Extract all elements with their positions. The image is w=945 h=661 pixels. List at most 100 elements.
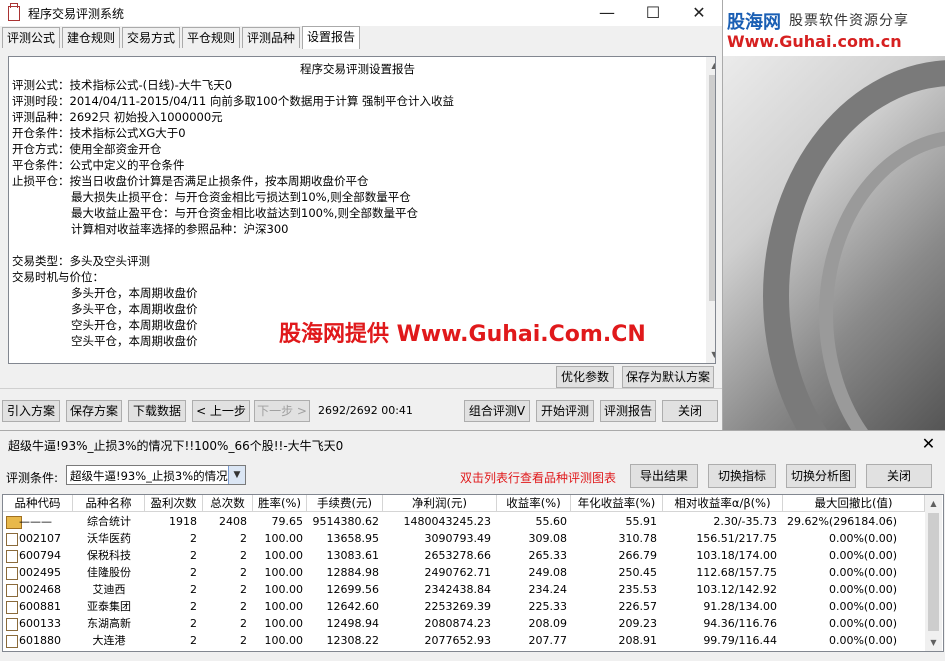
table-row[interactable]: 600133 东湖高新 2 2 100.00 12498.94 2080874.23 208.… — [3, 615, 925, 632]
table-cell: 12308.22 — [326, 634, 380, 647]
save-default-button[interactable]: 保存为默认方案 — [622, 366, 714, 388]
table-row[interactable]: 600794 保税科技 2 2 100.00 13083.61 2653278.66 265.… — [3, 547, 925, 564]
table-cell: 综合统计 — [87, 515, 131, 528]
table-cell: 2080874.23 — [424, 617, 491, 630]
chevron-down-icon[interactable]: ▼ — [228, 466, 245, 484]
switch-indicator-button[interactable]: 切换指标 — [708, 464, 776, 488]
table-cell: 2 — [190, 549, 197, 562]
document-icon — [6, 618, 18, 631]
table-cell: 600133 — [19, 617, 61, 630]
document-icon — [6, 601, 18, 614]
table-cell: 佳隆股份 — [87, 566, 131, 579]
column-header[interactable]: 最大回撤比(值) — [783, 495, 925, 512]
export-results-button[interactable]: 导出结果 — [630, 464, 698, 488]
site-logo: 股海网 股票软件资源分享 Www.Guhai.com.cn — [723, 0, 945, 56]
table-row[interactable]: 002495 佳隆股份 2 2 100.00 12884.98 2490762.71 249.… — [3, 564, 925, 581]
column-header[interactable]: 相对收益率α/β(%) — [663, 495, 783, 512]
table-scroll-thumb[interactable] — [928, 513, 939, 631]
table-cell: 2 — [190, 600, 197, 613]
table-cell: ——— — [19, 515, 52, 528]
column-header[interactable]: 净利润(元) — [383, 495, 497, 512]
tab-formula[interactable]: 评测公式 — [2, 27, 61, 48]
column-header[interactable]: 手续费(元) — [307, 495, 383, 512]
tab-report[interactable]: 设置报告 — [302, 26, 361, 49]
table-row[interactable]: 601880 大连港 2 2 100.00 12308.22 2077652.93 207.7… — [3, 632, 925, 649]
document-icon — [6, 550, 18, 563]
column-header[interactable]: 盈利次数 — [145, 495, 203, 512]
start-eval-button[interactable]: 开始评测 — [536, 400, 594, 422]
table-cell: 600794 — [19, 549, 61, 562]
results-title: 超级牛逼!93%_止损3%的情况下!!100%_66个股!!-大牛飞天0 — [8, 439, 344, 453]
table-cell: 2 — [240, 600, 247, 613]
table-row[interactable]: ——— 综合统计 1918 2408 79.65 9514380.62 1480043245… — [3, 513, 925, 530]
scroll-down-icon[interactable]: ▼ — [925, 634, 942, 651]
report-line: 交易类型：多头及空头评测 — [12, 254, 150, 268]
report-scroll-thumb[interactable] — [709, 75, 715, 301]
table-cell: 2 — [240, 549, 247, 562]
table-cell: 艾迪西 — [92, 583, 126, 596]
maximize-button[interactable]: ☐ — [630, 0, 676, 26]
table-cell: 2253269.39 — [424, 600, 491, 613]
results-close-icon[interactable]: ✕ — [912, 431, 945, 457]
results-table[interactable]: 品种代码 品种名称 盈利次数 总次数 胜率(%) 手续费(元) 净利润(元) 收… — [2, 494, 944, 652]
report-line: 开仓方式：使用全部资金开仓 — [12, 142, 162, 156]
title-bar: 程序交易评测系统 — ☐ ✕ — [0, 0, 722, 26]
table-cell: 2490762.71 — [424, 566, 491, 579]
prev-step-button[interactable]: < 上一步 — [192, 400, 250, 422]
table-cell: 310.78 — [618, 532, 658, 545]
column-header[interactable]: 收益率(%) — [497, 495, 571, 512]
document-icon — [6, 567, 18, 580]
table-cell: 13658.95 — [326, 532, 380, 545]
optimize-params-button[interactable]: 优化参数 — [556, 366, 614, 388]
close-button[interactable]: ✕ — [676, 0, 722, 26]
condition-label: 评测条件: — [6, 471, 59, 485]
table-cell: 保税科技 — [87, 549, 131, 562]
column-header[interactable]: 品种名称 — [73, 495, 145, 512]
table-cell: 9514380.62 — [312, 515, 379, 528]
document-icon — [6, 635, 18, 648]
results-close-button[interactable]: 关闭 — [866, 464, 932, 488]
table-cell: 226.57 — [618, 600, 658, 613]
progress-status: 2692/2692 00:41 — [318, 404, 413, 417]
report-line: 空头开仓，本周期收盘价 — [71, 318, 198, 332]
table-row[interactable]: 002468 艾迪西 2 2 100.00 12699.56 2342438.84 234.2… — [3, 581, 925, 598]
table-cell: 100.00 — [264, 549, 304, 562]
table-cell: 225.33 — [528, 600, 568, 613]
column-header[interactable]: 胜率(%) — [253, 495, 307, 512]
tab-close-rules[interactable]: 平仓规则 — [182, 27, 241, 48]
import-plan-button[interactable]: 引入方案 — [2, 400, 60, 422]
close-window-button[interactable]: 关闭 — [662, 400, 718, 422]
tab-open-rules[interactable]: 建仓规则 — [62, 27, 121, 48]
combo-eval-button[interactable]: 组合评测V — [464, 400, 530, 422]
report-line: 多头开仓，本周期收盘价 — [71, 286, 198, 300]
table-cell: 2077652.93 — [424, 634, 491, 647]
scroll-up-icon[interactable]: ▲ — [925, 495, 942, 512]
app-icon — [8, 3, 20, 21]
table-row[interactable]: 600881 亚泰集团 2 2 100.00 12642.60 2253269.39 225.… — [3, 598, 925, 615]
download-data-button[interactable]: 下载数据 — [128, 400, 186, 422]
switch-chart-button[interactable]: 切换分析图 — [786, 464, 856, 488]
table-cell: 0.00%(0.00) — [828, 600, 897, 613]
next-step-button[interactable]: 下一步 > — [254, 400, 310, 422]
column-header[interactable]: 总次数 — [203, 495, 253, 512]
tab-trade-mode[interactable]: 交易方式 — [122, 27, 181, 48]
eval-report-button[interactable]: 评测报告 — [600, 400, 656, 422]
save-plan-button[interactable]: 保存方案 — [66, 400, 122, 422]
condition-select[interactable]: 超级牛逼!93%_止损3%的情况下 ▼ — [66, 465, 246, 485]
table-row[interactable]: 002107 沃华医药 2 2 100.00 13658.95 3090793.49 309.… — [3, 530, 925, 547]
scroll-up-icon[interactable]: ▲ — [706, 57, 715, 74]
table-cell: 91.28/134.00 — [703, 600, 777, 613]
minimize-button[interactable]: — — [584, 0, 630, 26]
table-cell: 94.36/116.76 — [703, 617, 777, 630]
column-header[interactable]: 品种代码 — [3, 495, 73, 512]
table-cell: 亚泰集团 — [87, 600, 131, 613]
document-icon — [6, 533, 18, 546]
table-cell: 沃华医药 — [87, 532, 131, 545]
tab-instruments[interactable]: 评测品种 — [242, 27, 301, 48]
report-line: 交易时机与价位： — [12, 270, 104, 284]
scroll-down-icon[interactable]: ▼ — [706, 346, 715, 363]
table-cell: 55.91 — [625, 515, 658, 528]
column-header[interactable]: 年化收益率(%) — [571, 495, 663, 512]
table-cell: 79.65 — [271, 515, 304, 528]
table-cell: 2 — [190, 532, 197, 545]
